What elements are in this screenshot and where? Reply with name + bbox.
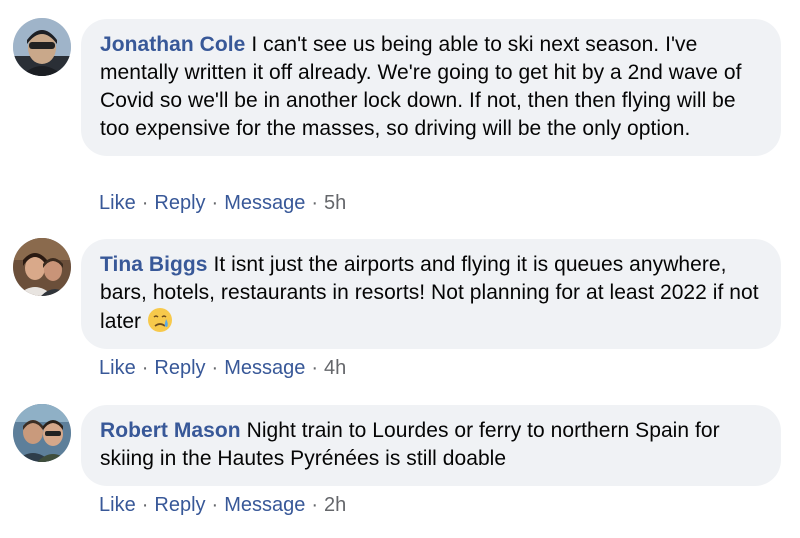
separator: · [211,357,219,379]
separator: · [311,494,319,516]
separator: · [141,494,149,516]
like-link[interactable]: Like [99,192,136,214]
comment-actions: Like · Reply · Message · 5h [99,191,346,215]
message-link[interactable]: Message [224,192,305,214]
separator: · [211,192,219,214]
message-link[interactable]: Message [224,494,305,516]
like-link[interactable]: Like [99,494,136,516]
comment-bubble: Jonathan Cole I can't see us being able t… [81,19,781,156]
like-link[interactable]: Like [99,357,136,379]
comment-author[interactable]: Robert Mason [100,419,241,442]
avatar[interactable] [13,18,71,76]
comment-timestamp[interactable]: 4h [324,357,346,379]
comment-author[interactable]: Tina Biggs [100,253,207,276]
separator: · [311,192,319,214]
reply-link[interactable]: Reply [154,357,205,379]
comment-bubble: Robert Mason Night train to Lourdes or fe… [81,405,781,486]
crying-face-emoji-icon [147,307,173,333]
reply-link[interactable]: Reply [154,494,205,516]
message-link[interactable]: Message [224,357,305,379]
comment-actions: Like · Reply · Message · 4h [99,356,346,380]
comment-timestamp[interactable]: 2h [324,494,346,516]
avatar[interactable] [13,238,71,296]
separator: · [141,192,149,214]
comment-author[interactable]: Jonathan Cole [100,33,245,56]
comment-bubble: Tina Biggs It isnt just the airports and … [81,239,781,349]
separator: · [311,357,319,379]
avatar-photo [13,404,71,462]
avatar-photo [13,18,71,76]
avatar[interactable] [13,404,71,462]
separator: · [141,357,149,379]
comment-actions: Like · Reply · Message · 2h [99,493,346,517]
avatar-photo [13,238,71,296]
separator: · [211,494,219,516]
comment-timestamp[interactable]: 5h [324,192,346,214]
reply-link[interactable]: Reply [154,192,205,214]
